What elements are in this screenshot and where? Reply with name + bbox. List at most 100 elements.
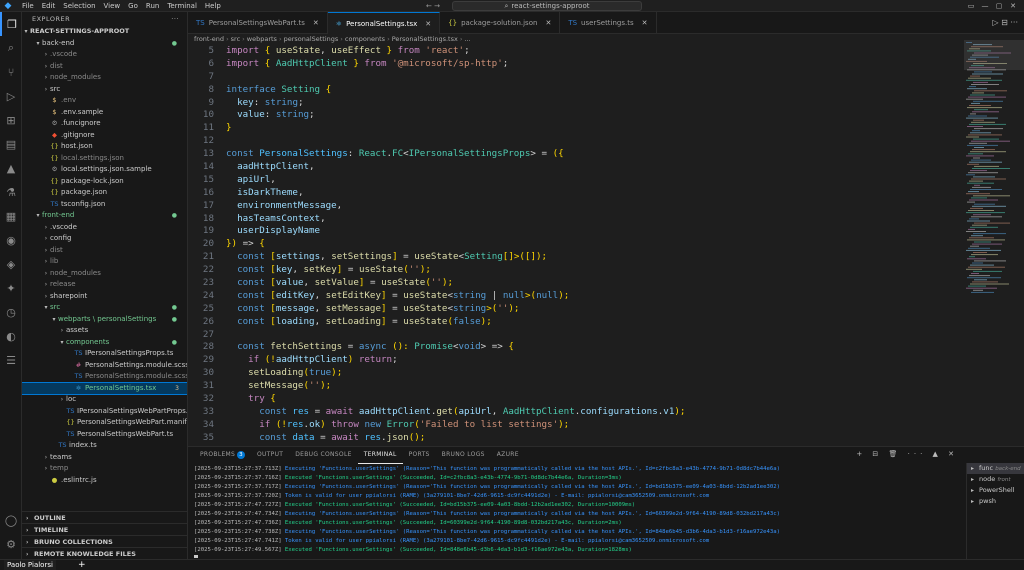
settings-gear-icon[interactable]: ⚙ (0, 532, 22, 556)
code-line[interactable]: 5 import { useState, useEffect } from 're… (188, 45, 964, 58)
bruno-icon[interactable]: ◉ (0, 228, 22, 252)
tree-file[interactable]: TS PersonalSettings.module.scss.ts (22, 371, 187, 383)
section-outline[interactable]: › OUTLINE (22, 511, 187, 523)
tree-folder[interactable]: › .vscode (22, 222, 187, 234)
tree-folder[interactable]: ▾ front-end ● (22, 210, 187, 222)
tree-folder[interactable]: › node_modules (22, 72, 187, 84)
search-view-icon[interactable]: ⌕ (0, 36, 22, 60)
status-user[interactable]: Paolo Pialorsi (4, 560, 56, 570)
database-icon[interactable]: ☰ (0, 348, 22, 372)
editor-tab[interactable]: ⚛ PersonalSettings.tsx ✕ (327, 12, 441, 34)
code-line[interactable]: 25 const [message, setMessage] = useStat… (188, 303, 964, 316)
code-line[interactable]: 11} (188, 122, 964, 135)
close-tab-icon[interactable]: ✕ (313, 19, 319, 27)
tree-folder[interactable]: › .vscode (22, 49, 187, 61)
code-line[interactable]: 23 const [value, setValue] = useState(''… (188, 277, 964, 290)
terminal-instance[interactable]: ▸ PowerShell (967, 485, 1024, 496)
tree-folder[interactable]: ▾ webparts \ personalSettings ● (22, 314, 187, 326)
code-line[interactable]: 12 (188, 135, 964, 148)
code-line[interactable]: 17 environmentMessage, (188, 200, 964, 213)
editor-tab[interactable]: TS PersonalSettingsWebPart.ts ✕ (188, 12, 328, 34)
nav-arrows[interactable]: ← → (426, 0, 440, 12)
minimap-slider[interactable] (964, 40, 1024, 70)
close-icon[interactable]: ✕ (1006, 0, 1020, 12)
panel-tab-azure[interactable]: AZURE (491, 447, 525, 463)
code-line[interactable]: 16 isDarkTheme, (188, 187, 964, 200)
editor-tab[interactable]: {} package-solution.json ✕ (440, 12, 561, 34)
tree-file[interactable]: {} local.settings.json (22, 153, 187, 165)
tree-file[interactable]: ◆ .gitignore (22, 130, 187, 142)
tree-file[interactable]: $ .env.sample (22, 107, 187, 119)
breadcrumb-item[interactable]: webparts (247, 35, 277, 43)
editor-tab[interactable]: TS userSettings.ts ✕ (560, 12, 657, 34)
minimap[interactable] (964, 34, 1024, 446)
terminal-instance[interactable]: ▸ node front (967, 474, 1024, 485)
code-line[interactable]: 31 setMessage(''); (188, 380, 964, 393)
source-control-icon[interactable]: ⑂ (0, 60, 22, 84)
panel-actions[interactable]: + ⊟ 🗑 ··· ▲ ✕ (856, 450, 958, 458)
tree-folder[interactable]: › assets (22, 325, 187, 337)
tree-folder[interactable]: › node_modules (22, 268, 187, 280)
run-debug-icon[interactable]: ▷ (0, 84, 22, 108)
breadcrumb-item[interactable]: ... (464, 35, 470, 43)
code-line[interactable]: 24 const [editKey, setEditKey] = useStat… (188, 290, 964, 303)
menu-item-edit[interactable]: Edit (38, 0, 60, 12)
tree-file[interactable]: TS PersonalSettingsWebPart.ts (22, 429, 187, 441)
menu-item-selection[interactable]: Selection (59, 0, 99, 12)
tree-file[interactable]: # PersonalSettings.module.scss (22, 360, 187, 372)
tree-folder[interactable]: › lib (22, 256, 187, 268)
accounts-icon[interactable]: ◯ (0, 508, 22, 532)
tree-folder[interactable]: › config (22, 233, 187, 245)
tree-folder[interactable]: › dist (22, 61, 187, 73)
tree-folder[interactable]: › loc (22, 394, 187, 406)
code-line[interactable]: 15 apiUrl, (188, 174, 964, 187)
terminal-instance[interactable]: ▸ func back-end (967, 463, 1024, 474)
tree-file[interactable]: {} host.json (22, 141, 187, 153)
code-line[interactable]: 26 const [loading, setLoading] = useStat… (188, 316, 964, 329)
code-line[interactable]: 10 value: string; (188, 109, 964, 122)
command-center-search[interactable]: ⌕ react-settings-approot (452, 1, 642, 11)
code-line[interactable]: 30 setLoading(true); (188, 367, 964, 380)
panel-tab-output[interactable]: OUTPUT (251, 447, 289, 463)
tree-file[interactable]: ⚛ PersonalSettings.tsx 3 (22, 381, 187, 395)
copilot-icon[interactable]: ✦ (0, 276, 22, 300)
section-bruno-collections[interactable]: › BRUNO COLLECTIONS (22, 535, 187, 547)
tree-file[interactable]: ⚙ local.settings.json.sample (22, 164, 187, 176)
tree-file[interactable]: {} package.json (22, 187, 187, 199)
testing-icon[interactable]: ⚗ (0, 180, 22, 204)
code-line[interactable]: 6 import { AadHttpClient } from '@microso… (188, 58, 964, 71)
tree-file[interactable]: TS IPersonalSettingsProps.ts (22, 348, 187, 360)
code-editor[interactable]: 5 import { useState, useEffect } from 're… (188, 45, 964, 446)
layout-icon[interactable]: ▭ (964, 0, 978, 12)
code-line[interactable]: 7 (188, 71, 964, 84)
menu-item-view[interactable]: View (100, 0, 125, 12)
breadcrumb-item[interactable]: components (345, 35, 385, 43)
panel-tab-problems[interactable]: PROBLEMS 3 (194, 447, 251, 463)
tree-file[interactable]: {} package-lock.json (22, 176, 187, 188)
code-line[interactable]: 9 key: string; (188, 97, 964, 110)
panel-tab-debug-console[interactable]: DEBUG CONSOLE (289, 447, 357, 463)
section-timeline[interactable]: › TIMELINE (22, 523, 187, 535)
docker-icon[interactable]: ▦ (0, 204, 22, 228)
code-line[interactable]: 18 hasTeamsContext, (188, 213, 964, 226)
code-line[interactable]: 14 aadHttpClient, (188, 161, 964, 174)
breadcrumb-item[interactable]: front-end (194, 35, 224, 43)
status-add-icon[interactable]: + (78, 560, 86, 570)
extensions-icon[interactable]: ⊞ (0, 108, 22, 132)
azure-icon[interactable]: ▲ (0, 156, 22, 180)
tree-folder[interactable]: › release (22, 279, 187, 291)
teams-toolkit-icon[interactable]: ◈ (0, 252, 22, 276)
tree-folder[interactable]: ▾ back-end ● (22, 38, 187, 50)
minimize-icon[interactable]: — (978, 0, 992, 12)
timeline-icon[interactable]: ◷ (0, 300, 22, 324)
close-tab-icon[interactable]: ✕ (642, 19, 648, 27)
code-line[interactable]: 29 if (!aadHttpClient) return; (188, 354, 964, 367)
edge-icon[interactable]: ◐ (0, 324, 22, 348)
tree-folder[interactable]: › teams (22, 452, 187, 464)
section-remote-knowledge-files[interactable]: › REMOTE KNOWLEDGE FILES (22, 547, 187, 559)
editor-actions[interactable]: ▷ ⊟ ··· (992, 18, 1018, 27)
tree-file[interactable]: TS IPersonalSettingsWebPartProps.ts (22, 406, 187, 418)
close-tab-icon[interactable]: ✕ (545, 19, 551, 27)
tree-file[interactable]: ● .eslintrc.js (22, 475, 187, 487)
terminal-output[interactable]: [2025-09-23T15:27:37.713Z] Executing 'Fu… (194, 465, 964, 558)
